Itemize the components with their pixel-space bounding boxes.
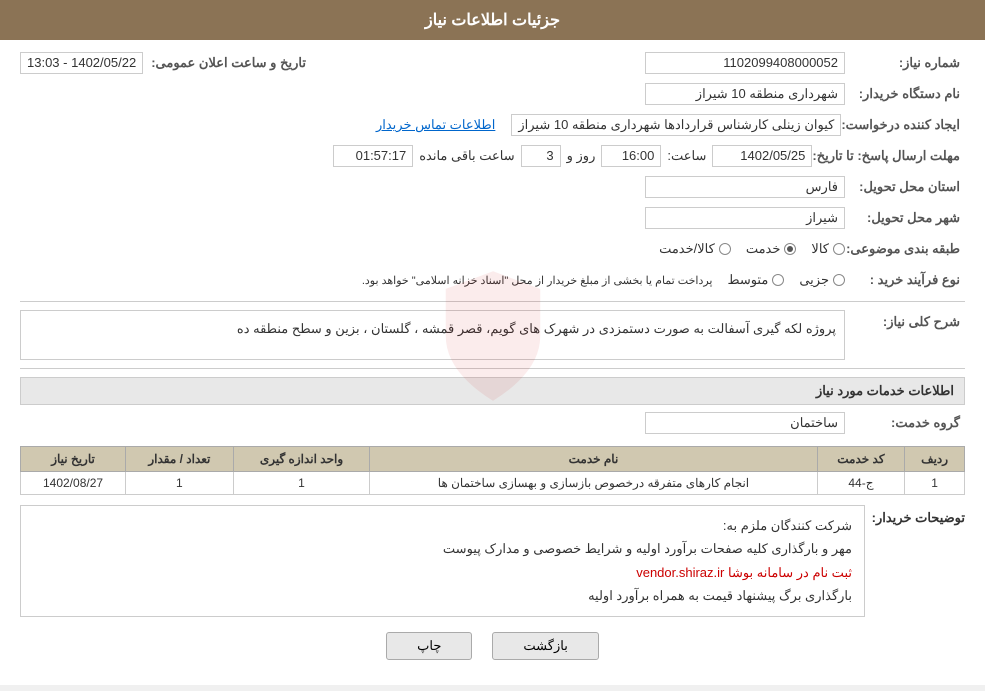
- page-title: جزئیات اطلاعات نیاز: [425, 12, 560, 29]
- creator-value: کیوان زینلی کارشناس قراردادها شهرداری من…: [511, 114, 841, 136]
- process-jazei-radio[interactable]: [833, 274, 845, 286]
- cell-name: انجام کارهای متفرقه درخصوص بازسازی و بهس…: [370, 472, 817, 495]
- category-kala-khedmat-radio[interactable]: [719, 243, 731, 255]
- page-header: جزئیات اطلاعات نیاز: [0, 0, 985, 40]
- col-date: تاریخ نیاز: [21, 447, 126, 472]
- process-label: نوع فرآیند خرید :: [845, 272, 965, 288]
- deadline-time: 16:00: [601, 145, 661, 167]
- deadline-label: مهلت ارسال پاسخ: تا تاریخ:: [812, 148, 965, 164]
- services-table-section: ردیف کد خدمت نام خدمت واحد اندازه گیری ت…: [20, 446, 965, 495]
- service-group-row: گروه خدمت: ساختمان: [20, 410, 965, 436]
- service-group-value: ساختمان: [645, 412, 845, 434]
- process-jazei-item[interactable]: جزیی: [799, 272, 845, 288]
- need-number-row: شماره نیاز: 1102099408000052 تاریخ و ساع…: [20, 50, 965, 76]
- creator-row: ایجاد کننده درخواست: کیوان زینلی کارشناس…: [20, 112, 965, 138]
- deadline-time-label: ساعت:: [667, 148, 706, 164]
- category-row: طبقه بندی موضوعی: کالا خدمت کالا/خدمت: [20, 236, 965, 262]
- buyer-notes-label: توضیحات خریدار:: [865, 505, 965, 526]
- deadline-remaining-label: ساعت باقی مانده: [419, 148, 514, 164]
- deadline-remaining: 01:57:17: [333, 145, 413, 167]
- table-row: 1 ج-44 انجام کارهای متفرقه درخصوص بازساز…: [21, 472, 965, 495]
- process-mottaset-label: متوسط: [727, 272, 768, 288]
- main-content: شماره نیاز: 1102099408000052 تاریخ و ساع…: [0, 40, 985, 685]
- buyer-notes-line3: ثبت نام در سامانه بوشا vendor.shiraz.ir: [33, 561, 852, 584]
- city-label: شهر محل تحویل:: [845, 210, 965, 226]
- category-khedmat-radio[interactable]: [784, 243, 796, 255]
- category-khedmat-label: خدمت: [746, 241, 781, 257]
- print-button[interactable]: چاپ: [386, 632, 472, 660]
- services-table: ردیف کد خدمت نام خدمت واحد اندازه گیری ت…: [20, 446, 965, 495]
- process-jazei-label: جزیی: [799, 272, 829, 288]
- col-row: ردیف: [905, 447, 965, 472]
- category-radio-group: کالا خدمت کالا/خدمت: [659, 241, 845, 257]
- page-wrapper: جزئیات اطلاعات نیاز شماره نیاز: 11020994…: [0, 0, 985, 685]
- need-number-value: 1102099408000052: [645, 52, 845, 74]
- cell-row: 1: [905, 472, 965, 495]
- cell-code: ج-44: [817, 472, 905, 495]
- announce-value: 1402/05/22 - 13:03: [20, 52, 143, 74]
- province-label: استان محل تحویل:: [845, 179, 965, 195]
- deadline-row: مهلت ارسال پاسخ: تا تاریخ: 1402/05/25 سا…: [20, 143, 965, 169]
- process-mottaset-item[interactable]: متوسط: [727, 272, 784, 288]
- need-number-label: شماره نیاز:: [845, 55, 965, 71]
- process-mottaset-radio[interactable]: [772, 274, 784, 286]
- col-code: کد خدمت: [817, 447, 905, 472]
- province-row: استان محل تحویل: فارس: [20, 174, 965, 200]
- buyer-org-label: نام دستگاه خریدار:: [845, 86, 965, 102]
- col-unit: واحد اندازه گیری: [233, 447, 370, 472]
- deadline-date: 1402/05/25: [712, 145, 812, 167]
- col-name: نام خدمت: [370, 447, 817, 472]
- category-kala-item[interactable]: کالا: [811, 241, 845, 257]
- category-kala-radio[interactable]: [833, 243, 845, 255]
- province-value: فارس: [645, 176, 845, 198]
- service-group-label: گروه خدمت:: [845, 415, 965, 431]
- buyer-org-value: شهرداری منطقه 10 شیراز: [645, 83, 845, 105]
- buyer-notes-line2: مهر و بارگذاری کلیه صفحات برآورد اولیه و…: [33, 537, 852, 560]
- category-label: طبقه بندی موضوعی:: [845, 241, 965, 257]
- category-kala-khedmat-label: کالا/خدمت: [659, 241, 715, 257]
- back-button[interactable]: بازگشت: [492, 632, 598, 660]
- buyer-notes-row: توضیحات خریدار: شرکت کنندگان ملزم به: مه…: [20, 505, 965, 617]
- buyer-notes-content: شرکت کنندگان ملزم به: مهر و بارگذاری کلی…: [20, 505, 865, 617]
- col-quantity: تعداد / مقدار: [126, 447, 234, 472]
- deadline-days: 3: [521, 145, 561, 167]
- description-label: شرح کلی نیاز:: [845, 310, 965, 330]
- creator-label: ایجاد کننده درخواست:: [841, 117, 965, 133]
- creator-contact-link[interactable]: اطلاعات تماس خریدار: [376, 117, 495, 133]
- buyer-notes-line4: بارگذاری برگ پیشنهاد قیمت به همراه برآور…: [33, 584, 852, 607]
- deadline-day-label: روز و: [567, 148, 596, 164]
- cell-unit: 1: [233, 472, 370, 495]
- cell-date: 1402/08/27: [21, 472, 126, 495]
- city-row: شهر محل تحویل: شیراز: [20, 205, 965, 231]
- category-khedmat-item[interactable]: خدمت: [746, 241, 797, 257]
- buyer-org-row: نام دستگاه خریدار: شهرداری منطقه 10 شیرا…: [20, 81, 965, 107]
- table-header-row: ردیف کد خدمت نام خدمت واحد اندازه گیری ت…: [21, 447, 965, 472]
- category-kala-khedmat-item[interactable]: کالا/خدمت: [659, 241, 731, 257]
- buyer-notes-line1: شرکت کنندگان ملزم به:: [33, 514, 852, 537]
- cell-quantity: 1: [126, 472, 234, 495]
- city-value: شیراز: [645, 207, 845, 229]
- category-kala-label: کالا: [811, 241, 829, 257]
- buttons-row: بازگشت چاپ: [20, 632, 965, 660]
- watermark-shield: [433, 266, 553, 406]
- announce-label: تاریخ و ساعت اعلان عمومی:: [151, 55, 306, 71]
